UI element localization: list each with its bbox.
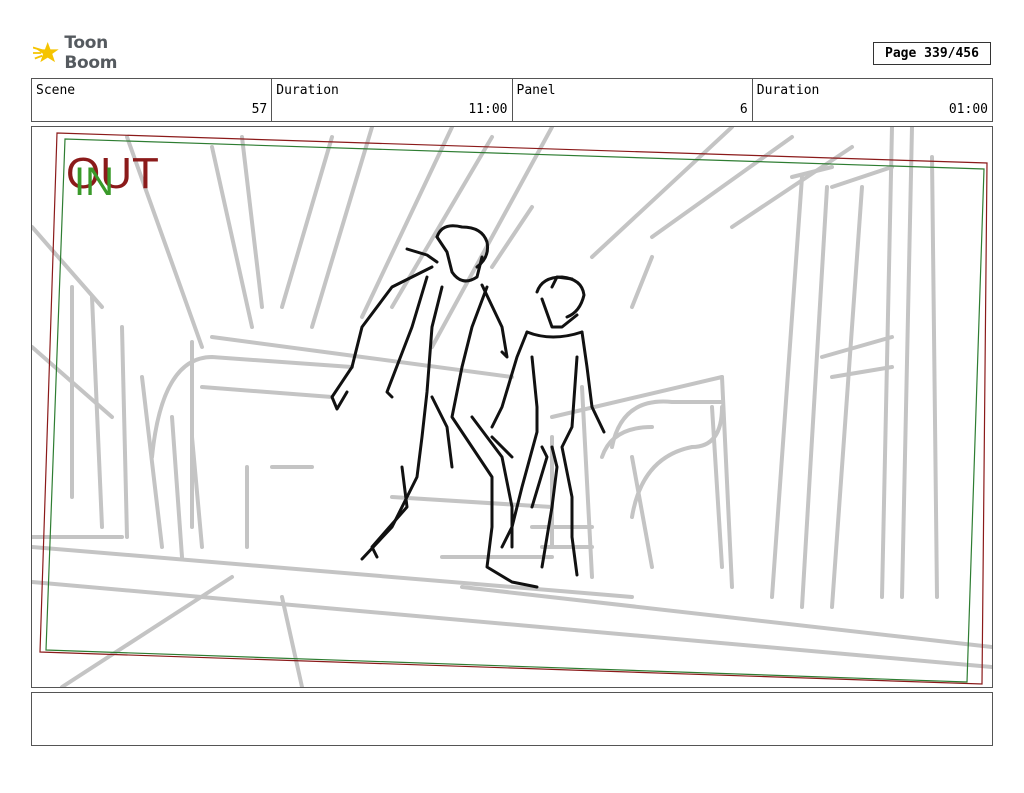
in-frame xyxy=(45,138,985,683)
panel-duration-value: 01:00 xyxy=(948,102,988,117)
panel-sketch xyxy=(32,127,992,687)
panel-label: Panel xyxy=(516,83,556,98)
character-sketch xyxy=(330,224,606,589)
scene-label: Scene xyxy=(36,83,76,98)
logo-text: Toon Boom xyxy=(64,33,118,73)
background-sketch xyxy=(32,127,992,687)
scene-value: 57 xyxy=(251,102,268,117)
scene-cell: Scene 57 xyxy=(32,79,273,121)
scene-duration-value: 11:00 xyxy=(468,102,508,117)
panel-duration-label: Duration xyxy=(756,83,820,98)
star-logo-icon xyxy=(33,41,59,63)
storyboard-panel: OUT IN xyxy=(31,126,993,688)
panel-duration-cell: Duration 01:00 xyxy=(753,79,992,121)
scene-info-table: Scene 57 Duration 11:00 Panel 6 Duration… xyxy=(31,78,993,122)
page-indicator: Page 339/456 xyxy=(873,42,991,65)
in-marker: IN xyxy=(74,160,114,204)
toon-boom-logo: Toon Boom xyxy=(33,33,158,73)
panel-cell: Panel 6 xyxy=(513,79,753,121)
panel-notes-box xyxy=(31,692,993,746)
scene-duration-label: Duration xyxy=(276,83,339,98)
scene-duration-cell: Duration 11:00 xyxy=(272,79,513,121)
panel-value: 6 xyxy=(739,102,748,117)
